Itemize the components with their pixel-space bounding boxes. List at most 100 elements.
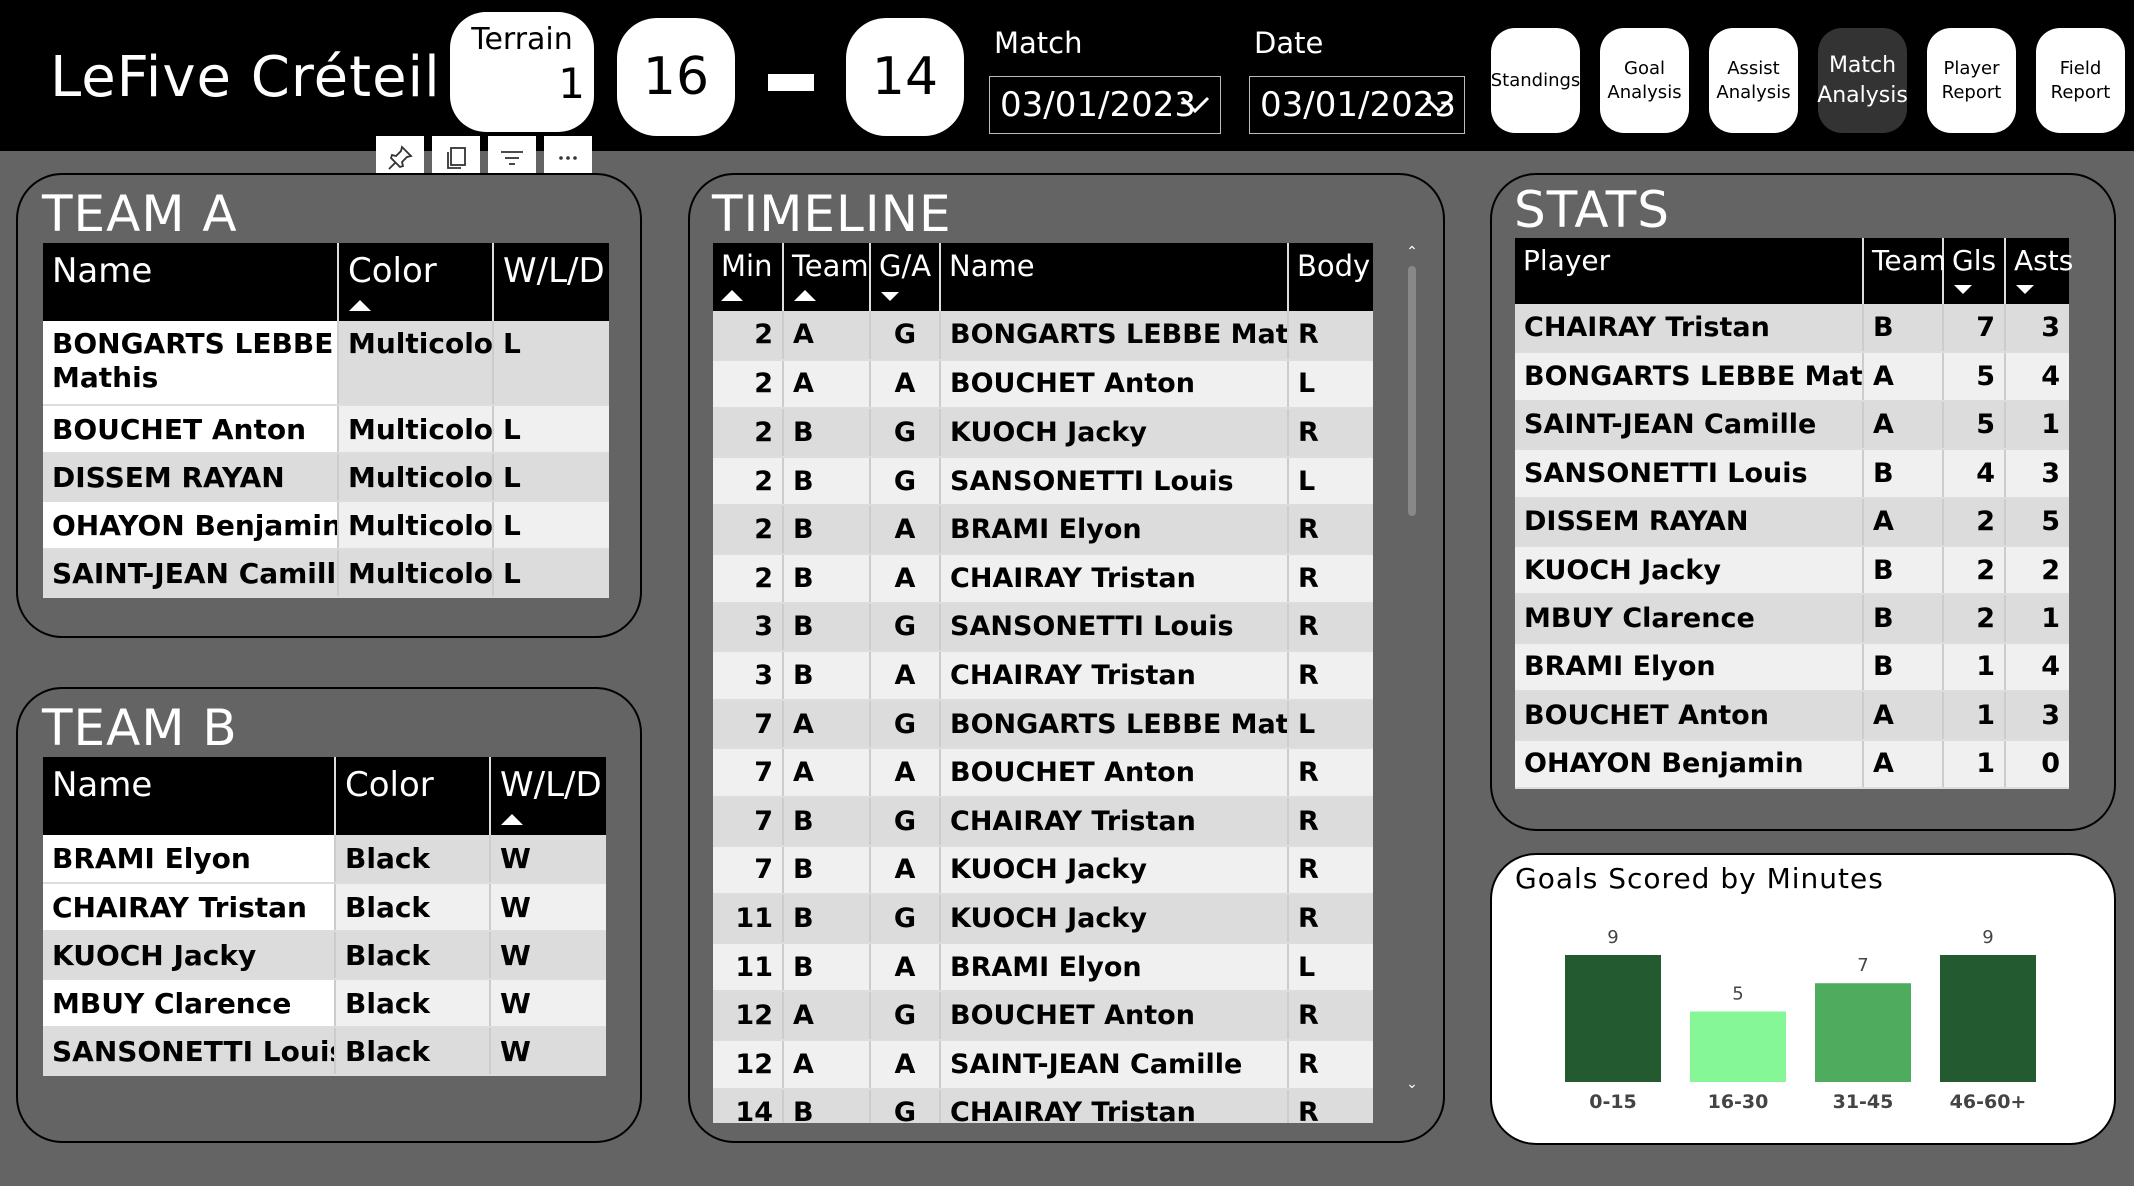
table-row[interactable]: 7 B A KUOCH Jacky R [713,845,1373,896]
column-header-name[interactable]: Name [43,243,339,321]
table-row[interactable]: 11 B A BRAMI Elyon L [713,942,1373,993]
column-header-color[interactable]: Color [338,243,494,321]
nav-goal-analysis-button[interactable]: Goal Analysis [1600,28,1689,133]
nav-standings-button[interactable]: Standings [1491,28,1580,133]
column-header-color[interactable]: Color [335,757,491,835]
minute-cell: 7 [713,796,784,847]
table-row[interactable]: 3 B A CHAIRAY Tristan R [713,651,1373,701]
minute-cell: 2 [713,408,784,458]
table-row[interactable]: 2 B G KUOCH Jacky R [713,408,1373,458]
minute-cell: 7 [713,748,784,798]
table-row[interactable]: DISSEM RAYAN A 2 5 [1515,497,2069,547]
table-row[interactable]: 11 B G KUOCH Jacky R [713,894,1373,944]
column-header-min[interactable]: Min [713,243,784,311]
table-row[interactable]: MBUY Clarence Black W [43,979,606,1028]
bar-31-45[interactable] [1815,983,1911,1082]
table-row[interactable]: OHAYON Benjamin Multicolor L [43,501,609,550]
table-row[interactable]: 3 B G SANSONETTI Louis R [713,602,1373,653]
column-header-name[interactable]: Name [43,757,336,835]
table-row[interactable]: CHAIRAY Tristan B 7 3 [1515,304,2069,354]
player-name: BOUCHET Anton [940,359,1289,410]
stats-title: STATS [1514,181,1671,239]
nav-field-report-button[interactable]: Field Report [2036,28,2125,133]
table-row[interactable]: 2 B A CHAIRAY Tristan R [713,553,1373,604]
table-row[interactable]: 2 A A BOUCHET Anton L [713,359,1373,410]
terrain-card: Terrain 1 [450,12,594,132]
team-color: Black [335,931,491,980]
table-row[interactable]: 2 B G SANSONETTI Louis L [713,456,1373,507]
scroll-thumb[interactable] [1408,266,1416,516]
body-part-cell: R [1288,894,1373,944]
table-row[interactable]: 7 B G CHAIRAY Tristan R [713,796,1373,847]
body-part-cell: R [1288,602,1373,653]
column-header-team[interactable]: Team [1863,238,1946,304]
table-row[interactable]: BRAMI Elyon Black W [43,835,606,884]
body-part-cell: R [1288,553,1373,604]
column-header-team[interactable]: Team [783,243,871,311]
table-row[interactable]: OHAYON Benjamin A 1 0 [1515,739,2069,789]
table-row[interactable]: 7 A A BOUCHET Anton R [713,748,1373,798]
table-row[interactable]: 7AGBONGARTS LEBBE MathisL [713,699,1373,750]
table-row[interactable]: CHAIRAY Tristan Black W [43,883,606,932]
player-name: SANSONETTI Louis [1515,449,1864,499]
nav-match-analysis-button[interactable]: Match Analysis [1817,28,1908,133]
table-row[interactable]: 12 A G BOUCHET Anton R [713,991,1373,1041]
table-row[interactable]: KUOCH Jacky B 2 2 [1515,545,2069,596]
goals-cell: 2 [1943,545,2006,596]
table-row[interactable]: KUOCH Jacky Black W [43,931,606,980]
player-name: OHAYON Benjamin [1515,739,1864,789]
team-cell: A [1863,691,1944,741]
table-row[interactable]: BOUCHET Anton Multicolor L [43,405,609,454]
match-dropdown[interactable]: 03/01/2023 [989,76,1221,134]
table-row[interactable]: BONGARTS LEBBE MathisA54 [1515,352,2069,402]
team-cell: B [783,651,871,701]
player-name: CHAIRAY Tristan [940,553,1289,604]
match-label: Match [994,26,1083,60]
team-b-table: Name Color W/L/D BRAMI Elyon Black W CHA… [43,757,606,1076]
column-header-wld[interactable]: W/L/D [493,243,609,321]
timeline-scrollbar[interactable]: ⌃ ⌄ [1406,244,1418,1092]
table-row[interactable]: 2 B A BRAMI Elyon R [713,505,1373,555]
column-header-wld[interactable]: W/L/D [490,757,606,835]
minute-cell: 2 [713,359,784,410]
minute-cell: 2 [713,311,784,361]
table-header-row: Player Team Gls Asts [1515,238,2073,304]
body-part-cell: R [1288,311,1373,361]
column-header-name[interactable]: Name [940,243,1289,311]
table-header-row: Name Color W/L/D [43,243,609,321]
column-header-ga[interactable]: G/A [870,243,941,311]
team-a-title: TEAM A [42,185,238,243]
table-row[interactable]: SAINT-JEAN Camille Multicolor L [43,549,609,598]
data-label: 5 [1732,983,1743,1004]
bar-16-30[interactable] [1690,1011,1786,1082]
team-cell: B [1863,594,1944,644]
table-row[interactable]: MBUY Clarence B 2 1 [1515,594,2069,644]
body-part-cell: R [1288,991,1373,1041]
timeline-table-viewport[interactable]: Min Team G/A Name Body 2 A G BONGARTS LEBBE… [713,243,1373,1123]
table-row[interactable]: BRAMI Elyon B 1 4 [1515,642,2069,693]
date-dropdown[interactable]: 03/01/2023 [1249,76,1465,134]
table-row[interactable]: 12 A A SAINT-JEAN Camille R [713,1039,1373,1090]
table-row[interactable]: DISSEM RAYAN Multicolor L [43,453,609,502]
bar-46-60+[interactable] [1940,955,2036,1082]
body-part-cell: R [1288,796,1373,847]
table-row[interactable]: SANSONETTI Louis B 4 3 [1515,449,2069,499]
nav-player-report-button[interactable]: Player Report [1927,28,2016,133]
table-row[interactable]: SAINT-JEAN Camille A 5 1 [1515,400,2069,451]
table-row[interactable]: 2AGBONGARTS LEBBE MathisR [713,311,1373,361]
column-header-assists[interactable]: Asts [2005,238,2073,304]
table-row[interactable]: BOUCHET Anton A 1 3 [1515,691,2069,741]
player-name: KUOCH Jacky [940,408,1289,458]
table-row[interactable]: SANSONETTI Louis Black W [43,1027,606,1076]
event-type-cell: A [870,651,941,701]
column-header-player[interactable]: Player [1515,238,1864,304]
scroll-down-icon[interactable]: ⌄ [1406,1076,1418,1092]
table-row[interactable]: 14 B G CHAIRAY Tristan R [713,1088,1373,1123]
scroll-up-icon[interactable]: ⌃ [1406,244,1418,260]
table-row[interactable]: BONGARTS LEBBE Mathis Multicolor L [43,321,609,406]
event-type-cell: A [870,942,941,993]
nav-assist-analysis-button[interactable]: Assist Analysis [1709,28,1798,133]
column-header-body[interactable]: Body [1288,243,1373,311]
bar-0-15[interactable] [1565,955,1661,1082]
column-header-goals[interactable]: Gls [1943,238,2006,304]
